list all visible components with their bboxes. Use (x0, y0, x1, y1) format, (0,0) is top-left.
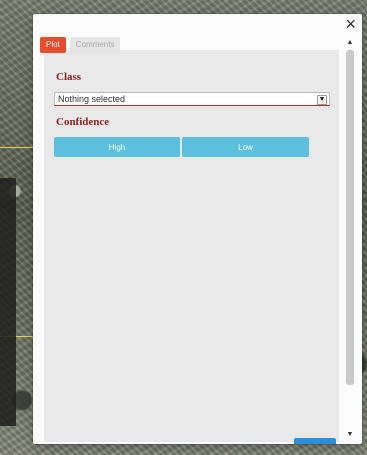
popup-content-panel (44, 50, 339, 442)
class-select[interactable]: Nothing selected ▼ (54, 92, 330, 106)
chevron-down-icon[interactable]: ▼ (317, 95, 327, 105)
map-shadow (0, 178, 16, 426)
plot-boundary-line (0, 147, 33, 148)
tab-plot[interactable]: Plot (40, 37, 66, 53)
popup-tabs: Plot Comments (40, 37, 121, 53)
confidence-low-button[interactable]: Low (182, 137, 309, 157)
chevron-down-icon[interactable]: ▼ (344, 430, 356, 440)
class-select-value: Nothing selected (58, 94, 126, 104)
class-label: Class (56, 71, 82, 83)
tab-comments[interactable]: Comments (69, 37, 121, 53)
scroll-thumb[interactable] (346, 50, 354, 385)
confidence-label: Confidence (56, 116, 110, 128)
plot-popup: × Plot Comments Class Nothing selected ▼… (33, 14, 362, 444)
footer-button[interactable] (294, 438, 336, 444)
chevron-up-icon[interactable]: ▲ (344, 38, 356, 48)
confidence-high-button[interactable]: High (54, 137, 180, 157)
popup-scrollbar[interactable]: ▲ ▼ (344, 38, 356, 438)
close-icon[interactable]: × (345, 15, 356, 33)
